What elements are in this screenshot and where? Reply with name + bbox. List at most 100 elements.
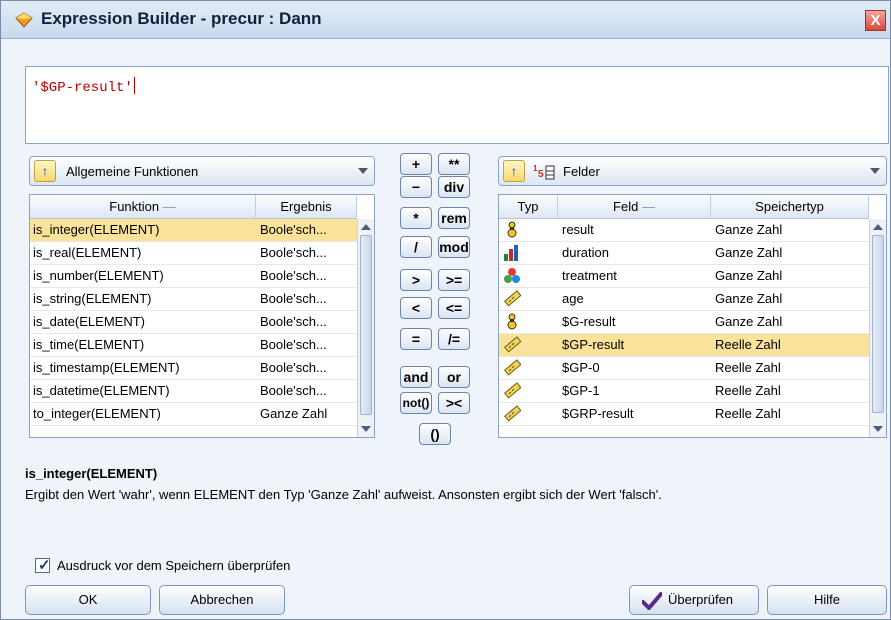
field-category-label: Felder <box>563 164 600 179</box>
operator-not-equal-button[interactable]: /= <box>438 328 470 350</box>
validate-checkbox-label[interactable]: Ausdruck vor dem Speichern überprüfen <box>57 558 290 573</box>
function-row[interactable]: is_time(ELEMENT) Boole'sch... <box>30 334 357 357</box>
function-row[interactable]: is_date(ELEMENT) Boole'sch... <box>30 311 357 334</box>
check-button-label: Überprüfen <box>668 592 734 607</box>
fields-scrollbar[interactable] <box>869 219 886 437</box>
field-name: $GRP-result <box>562 406 634 421</box>
title-bar: Expression Builder - precur : Dann X <box>1 1 890 39</box>
function-description-title: is_integer(ELEMENT) <box>25 466 158 481</box>
help-button[interactable]: Hilfe <box>767 585 887 615</box>
operator-greater-than-button[interactable]: > <box>400 269 432 291</box>
operator-greater-equal-button[interactable]: >= <box>438 269 470 291</box>
function-result: Boole'sch... <box>260 245 327 260</box>
function-row[interactable]: is_datetime(ELEMENT) Boole'sch... <box>30 380 357 403</box>
operator-multiply-button[interactable]: * <box>400 207 432 229</box>
up-arrow-icon[interactable]: ↑ <box>503 160 525 182</box>
column-header-feld-label: Feld <box>613 199 639 214</box>
operator-div-button[interactable]: div <box>438 176 470 198</box>
function-result: Boole'sch... <box>260 291 327 306</box>
window-title: Expression Builder - precur : Dann <box>41 9 322 28</box>
operator-not-button[interactable]: not() <box>400 392 432 414</box>
scroll-thumb[interactable] <box>360 235 372 415</box>
operator-or-button[interactable]: or <box>438 366 470 388</box>
set-icon <box>499 265 557 287</box>
column-header-ergebnis[interactable]: Ergebnis <box>256 195 357 219</box>
function-row[interactable]: is_number(ELEMENT) Boole'sch... <box>30 265 357 288</box>
function-row[interactable]: to_integer(ELEMENT) Ganze Zahl <box>30 403 357 426</box>
scroll-down-icon[interactable] <box>361 426 371 432</box>
operator-neq-alt-button[interactable]: >< <box>438 392 470 414</box>
operator-parentheses-button[interactable]: () <box>419 423 451 445</box>
scroll-up-icon[interactable] <box>873 224 883 230</box>
operator-equals-button[interactable]: = <box>400 328 432 350</box>
fields-table: Typ Feld — Speichertyp result Ganze Zahl d… <box>498 194 887 438</box>
function-row[interactable]: is_real(ELEMENT) Boole'sch... <box>30 242 357 265</box>
field-row[interactable]: treatment Ganze Zahl <box>499 265 869 288</box>
operator-less-equal-button[interactable]: <= <box>438 297 470 319</box>
ok-button[interactable]: OK <box>25 585 151 615</box>
expression-text: '$GP-result' <box>32 80 133 96</box>
field-row[interactable]: $GRP-result Reelle Zahl <box>499 403 869 426</box>
column-header-funktion[interactable]: Funktion — <box>30 195 256 219</box>
close-button[interactable]: X <box>865 10 886 31</box>
operator-and-button[interactable]: and <box>400 366 432 388</box>
expression-builder-dialog: Expression Builder - precur : Dann X '$G… <box>0 0 891 620</box>
field-category-select[interactable]: ↑ 1 5 Felder <box>498 156 887 186</box>
cancel-button[interactable]: Abbrechen <box>159 585 285 615</box>
operator-power-button[interactable]: ** <box>438 153 470 175</box>
field-list-icon[interactable]: 1 5 <box>532 162 558 182</box>
field-storage-type: Ganze Zahl <box>715 222 783 237</box>
checkmark-icon: ✓ <box>38 557 51 574</box>
field-name: $GP-result <box>562 337 625 352</box>
operator-minus-button[interactable]: − <box>400 176 432 198</box>
field-row[interactable]: $G-result Ganze Zahl <box>499 311 869 334</box>
scroll-up-icon[interactable] <box>361 224 371 230</box>
function-result: Ganze Zahl <box>260 406 328 421</box>
function-category-label: Allgemeine Funktionen <box>66 164 199 179</box>
svg-text:5: 5 <box>538 169 544 180</box>
chevron-down-icon[interactable] <box>358 168 368 174</box>
operator-divide-button[interactable]: / <box>400 236 432 258</box>
operator-rem-button[interactable]: rem <box>438 207 470 229</box>
column-header-feld[interactable]: Feld — <box>558 195 711 219</box>
function-name: is_string(ELEMENT) <box>33 291 152 306</box>
column-header-speichertyp[interactable]: Speichertyp <box>711 195 869 219</box>
field-storage-type: Ganze Zahl <box>715 291 783 306</box>
field-name: $GP-1 <box>562 383 600 398</box>
function-description-text: Ergibt den Wert 'wahr', wenn ELEMENT den… <box>25 487 662 502</box>
field-row[interactable]: $GP-0 Reelle Zahl <box>499 357 869 380</box>
field-row[interactable]: $GP-result Reelle Zahl <box>499 334 869 357</box>
field-row[interactable]: result Ganze Zahl <box>499 219 869 242</box>
field-name: result <box>562 222 594 237</box>
check-button[interactable]: Überprüfen <box>629 585 759 615</box>
function-row[interactable]: is_string(ELEMENT) Boole'sch... <box>30 288 357 311</box>
function-result: Boole'sch... <box>260 337 327 352</box>
function-name: is_time(ELEMENT) <box>33 337 145 352</box>
field-row[interactable]: $GP-1 Reelle Zahl <box>499 380 869 403</box>
column-header-typ[interactable]: Typ <box>499 195 558 219</box>
expression-editor[interactable]: '$GP-result' <box>25 66 889 144</box>
function-row[interactable]: is_integer(ELEMENT) Boole'sch... <box>30 219 357 242</box>
functions-table: Funktion — Ergebnis is_integer(ELEMENT) B… <box>29 194 375 438</box>
range-icon <box>499 288 557 310</box>
operator-mod-button[interactable]: mod <box>438 236 470 258</box>
scroll-down-icon[interactable] <box>873 426 883 432</box>
validate-checkbox[interactable]: ✓ <box>35 557 51 574</box>
up-arrow-icon[interactable]: ↑ <box>34 160 56 182</box>
function-category-select[interactable]: ↑ Allgemeine Funktionen <box>29 156 375 186</box>
scroll-thumb[interactable] <box>872 235 884 413</box>
chevron-down-icon[interactable] <box>870 168 880 174</box>
field-storage-type: Reelle Zahl <box>715 383 781 398</box>
field-row[interactable]: age Ganze Zahl <box>499 288 869 311</box>
flag-icon <box>499 219 557 241</box>
function-result: Boole'sch... <box>260 360 327 375</box>
function-result: Boole'sch... <box>260 222 327 237</box>
field-row[interactable]: duration Ganze Zahl <box>499 242 869 265</box>
field-storage-type: Ganze Zahl <box>715 245 783 260</box>
functions-scrollbar[interactable] <box>357 219 374 437</box>
field-name: age <box>562 291 584 306</box>
operator-plus-button[interactable]: + <box>400 153 432 175</box>
range-icon <box>499 334 557 356</box>
function-row[interactable]: is_timestamp(ELEMENT) Boole'sch... <box>30 357 357 380</box>
operator-less-than-button[interactable]: < <box>400 297 432 319</box>
